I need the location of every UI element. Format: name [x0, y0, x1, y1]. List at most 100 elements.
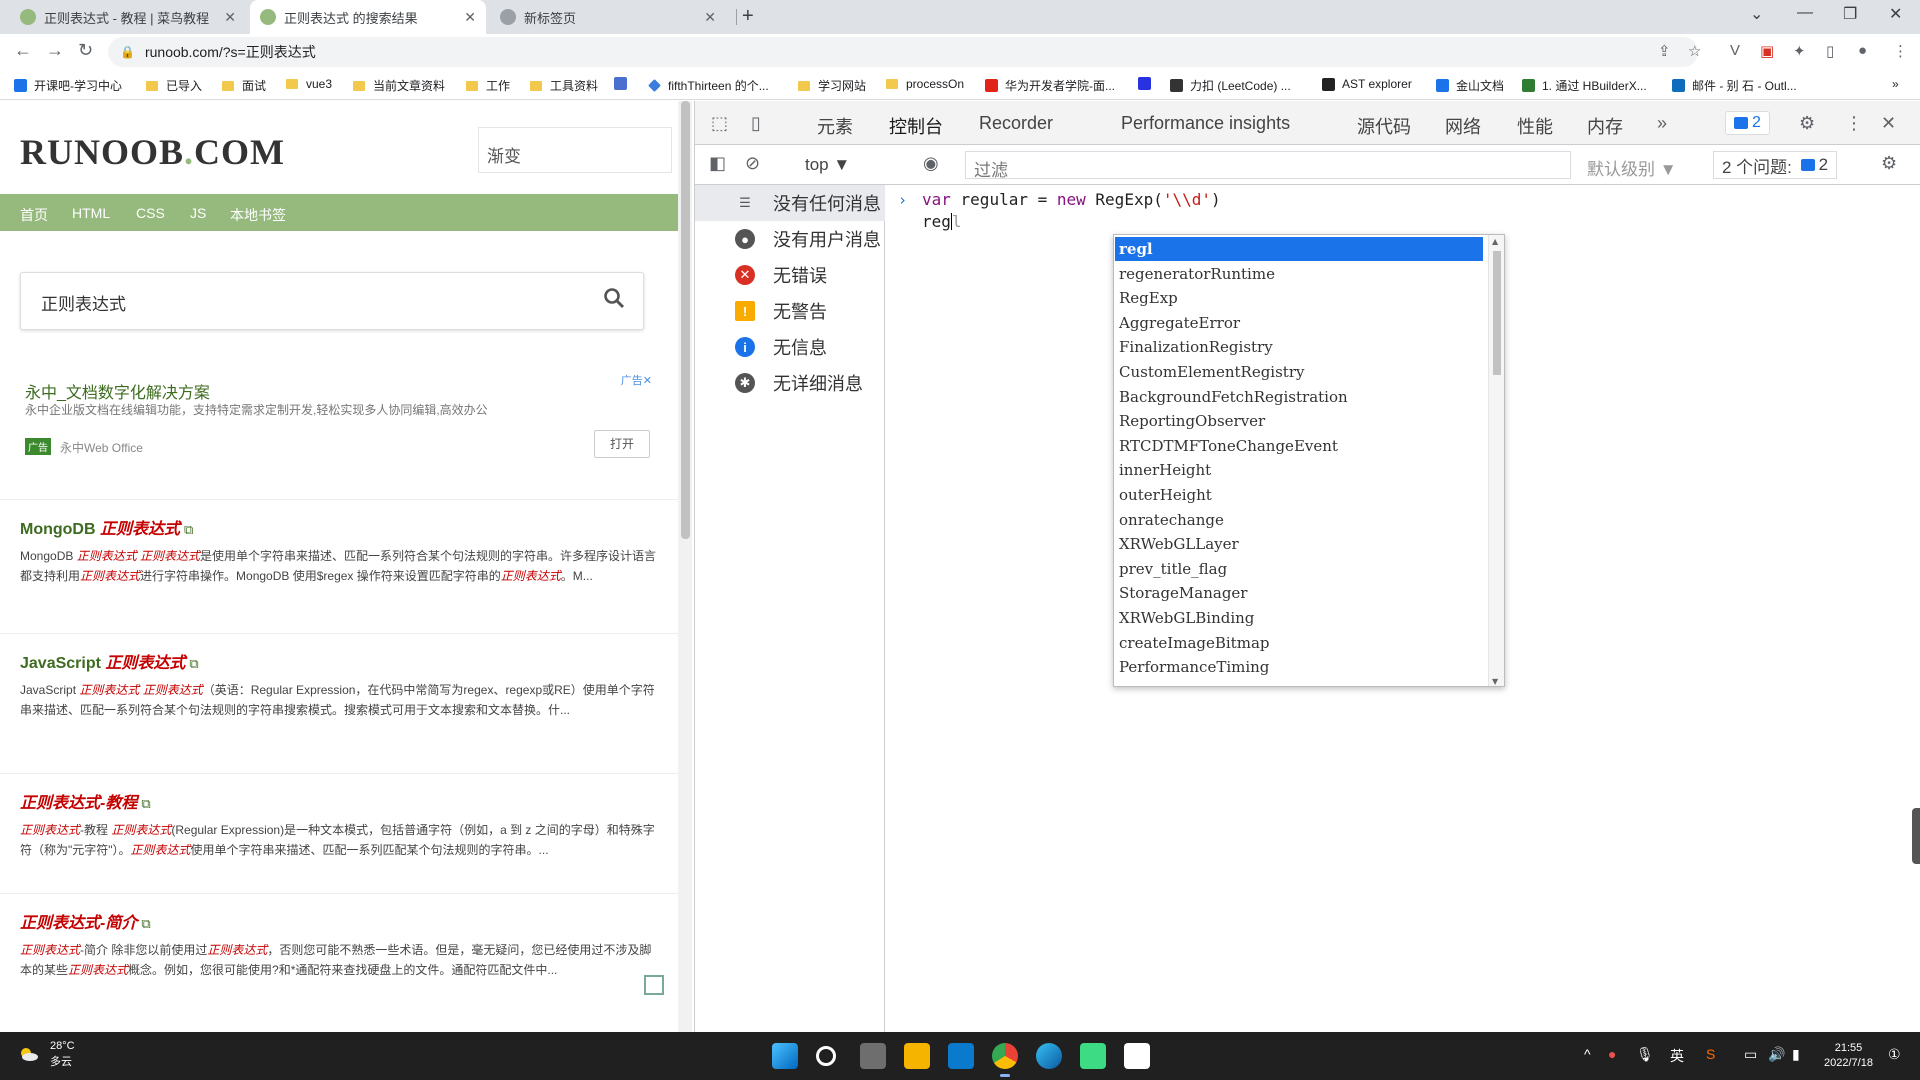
- network-icon[interactable]: ▭: [1744, 1046, 1757, 1063]
- sidebar-item-verbose[interactable]: ✱ 无详细消息: [695, 365, 885, 401]
- autocomplete-item[interactable]: CustomElementRegistry: [1115, 360, 1483, 384]
- tab-search-results[interactable]: 正则表达式 的搜索结果 ✕: [250, 0, 486, 34]
- tab-new-tab[interactable]: 新标签页 ✕: [490, 0, 726, 34]
- sidebar-item-warnings[interactable]: ! 无警告: [695, 293, 885, 329]
- result-title[interactable]: 正则表达式-教程 ⧉: [20, 789, 151, 813]
- qr-code-icon[interactable]: [644, 975, 664, 995]
- restore-icon[interactable]: ❐: [1843, 4, 1857, 24]
- notification-icon[interactable]: ①: [1888, 1046, 1901, 1063]
- device-toolbar-icon[interactable]: ▯: [751, 113, 761, 134]
- ad-title[interactable]: 永中_文档数字化解决方案: [25, 379, 210, 403]
- microphone-icon[interactable]: 🎙: [1636, 1046, 1654, 1063]
- ad-close-badge[interactable]: 广告✕: [621, 372, 652, 388]
- autocomplete-scrollbar[interactable]: ▲ ▼: [1488, 235, 1504, 686]
- puzzle-icon[interactable]: ✦: [1793, 42, 1806, 60]
- tab-network[interactable]: 网络: [1445, 113, 1481, 139]
- autocomplete-item[interactable]: createImageBitmap: [1115, 631, 1483, 655]
- input-language[interactable]: 英: [1670, 1046, 1684, 1066]
- autocomplete-item[interactable]: RTCDTMFToneChangeEvent: [1115, 434, 1483, 458]
- bookmark-item[interactable]: 开课吧-学习中心: [14, 77, 122, 94]
- site-search-input[interactable]: 渐变: [478, 127, 672, 173]
- nav-bookmarks[interactable]: 本地书签: [230, 205, 286, 225]
- nav-css[interactable]: CSS: [136, 205, 165, 221]
- extension-v-icon[interactable]: V: [1730, 42, 1740, 59]
- sidebar-item-info[interactable]: i 无信息: [695, 329, 885, 365]
- autocomplete-item[interactable]: AggregateError: [1115, 311, 1483, 335]
- issues-counter[interactable]: 2 个问题: 2: [1713, 151, 1838, 179]
- autocomplete-item[interactable]: FinalizationRegistry: [1115, 335, 1483, 359]
- bookmark-folder[interactable]: processOn: [886, 77, 964, 91]
- sidebar-item-errors[interactable]: ✕ 无错误: [695, 257, 885, 293]
- nav-html[interactable]: HTML: [72, 205, 110, 221]
- autocomplete-item[interactable]: BackgroundFetchRegistration: [1115, 385, 1483, 409]
- file-explorer-icon[interactable]: [904, 1043, 930, 1069]
- scrollbar-thumb[interactable]: [681, 101, 690, 539]
- bookmark-folder[interactable]: 工作: [466, 77, 510, 94]
- minimize-icon[interactable]: —: [1797, 4, 1813, 22]
- bookmark-folder[interactable]: 面试: [222, 77, 266, 94]
- volume-icon[interactable]: 🔊: [1768, 1046, 1785, 1063]
- close-devtools-icon[interactable]: ✕: [1881, 113, 1896, 134]
- tab-performance[interactable]: 性能: [1517, 113, 1553, 139]
- reload-icon[interactable]: ↻: [78, 40, 93, 61]
- battery-icon[interactable]: ▮: [1792, 1046, 1800, 1063]
- bookmark-item[interactable]: AST explorer: [1322, 77, 1412, 91]
- tab-elements[interactable]: 元素: [817, 113, 853, 139]
- autocomplete-item[interactable]: StorageManager: [1115, 581, 1483, 605]
- sidebar-item-user-messages[interactable]: ● 没有用户消息: [695, 221, 885, 257]
- windows-start-icon[interactable]: [772, 1043, 798, 1069]
- bookmark-item[interactable]: 华为开发者学院-面...: [985, 77, 1115, 94]
- close-icon[interactable]: ✕: [704, 9, 716, 26]
- search-icon[interactable]: [816, 1046, 836, 1066]
- page-scrollbar[interactable]: [678, 101, 692, 1032]
- result-title[interactable]: MongoDB 正则表达式 ⧉: [20, 515, 193, 539]
- close-icon[interactable]: ✕: [464, 9, 476, 26]
- autocomplete-item[interactable]: outerHeight: [1115, 483, 1483, 507]
- tab-recorder[interactable]: Recorder: [979, 113, 1053, 134]
- log-level-dropdown[interactable]: 默认级别 ▼: [1587, 155, 1677, 180]
- menu-icon[interactable]: ⋮: [1893, 42, 1908, 60]
- extension-red-icon[interactable]: ▣: [1760, 42, 1774, 60]
- tab-console[interactable]: 控制台: [883, 113, 949, 152]
- context-selector[interactable]: top ▼: [805, 155, 850, 175]
- bookmark-item[interactable]: 1. 通过 HBuilderX...: [1522, 77, 1647, 94]
- result-title[interactable]: 正则表达式-简介 ⧉: [20, 909, 151, 933]
- bookmark-folder[interactable]: 学习网站: [798, 77, 866, 94]
- bookmark-folder[interactable]: 当前文章资料: [353, 77, 445, 94]
- autocomplete-dropdown[interactable]: ▲ ▼ regl regeneratorRuntime RegExp Aggregat…: [1113, 234, 1505, 687]
- more-tabs-icon[interactable]: »: [1657, 113, 1667, 134]
- side-panel-handle[interactable]: [1912, 808, 1920, 864]
- sidebar-toggle-icon[interactable]: ◧: [709, 153, 726, 174]
- typora-icon[interactable]: [1124, 1043, 1150, 1069]
- close-icon[interactable]: ✕: [224, 9, 236, 26]
- edge-icon[interactable]: [1036, 1043, 1062, 1069]
- scroll-down-icon[interactable]: ▼: [1492, 677, 1498, 686]
- nav-js[interactable]: JS: [190, 205, 206, 221]
- search-icon[interactable]: [603, 287, 625, 309]
- tab-sources[interactable]: 源代码: [1357, 113, 1411, 139]
- bookmark-item[interactable]: 邮件 - 别 石 - Outl...: [1672, 77, 1797, 94]
- settings-gear-icon[interactable]: ⚙: [1799, 113, 1815, 134]
- sidebar-item-all-messages[interactable]: ☰ 没有任何消息: [695, 185, 885, 221]
- clear-console-icon[interactable]: ⊘: [745, 153, 760, 174]
- ad-open-button[interactable]: 打开: [594, 430, 650, 458]
- back-icon[interactable]: ←: [14, 40, 32, 61]
- android-studio-icon[interactable]: [1080, 1043, 1106, 1069]
- nav-home[interactable]: 首页: [20, 205, 48, 225]
- profile-icon[interactable]: ●: [1858, 42, 1867, 59]
- bookmark-item[interactable]: [1138, 77, 1158, 90]
- side-panel-icon[interactable]: ▯: [1826, 42, 1834, 60]
- scroll-up-icon[interactable]: ▲: [1492, 237, 1498, 246]
- bookmark-folder[interactable]: 已导入: [146, 77, 202, 94]
- autocomplete-item[interactable]: RegExp: [1115, 286, 1483, 310]
- window-close-icon[interactable]: ✕: [1889, 4, 1902, 24]
- issues-badge[interactable]: 2: [1725, 111, 1770, 135]
- bookmark-folder[interactable]: vue3: [286, 77, 332, 91]
- search-input[interactable]: 正则表达式: [20, 272, 644, 330]
- autocomplete-item[interactable]: regeneratorRuntime: [1115, 262, 1483, 286]
- tab-memory[interactable]: 内存: [1587, 113, 1623, 139]
- autocomplete-item-selected[interactable]: regl: [1115, 237, 1483, 261]
- bookmark-folder[interactable]: 工具资料: [530, 77, 598, 94]
- bookmark-item[interactable]: 力扣 (LeetCode) ...: [1170, 77, 1291, 94]
- result-title[interactable]: JavaScript 正则表达式 ⧉: [20, 649, 199, 673]
